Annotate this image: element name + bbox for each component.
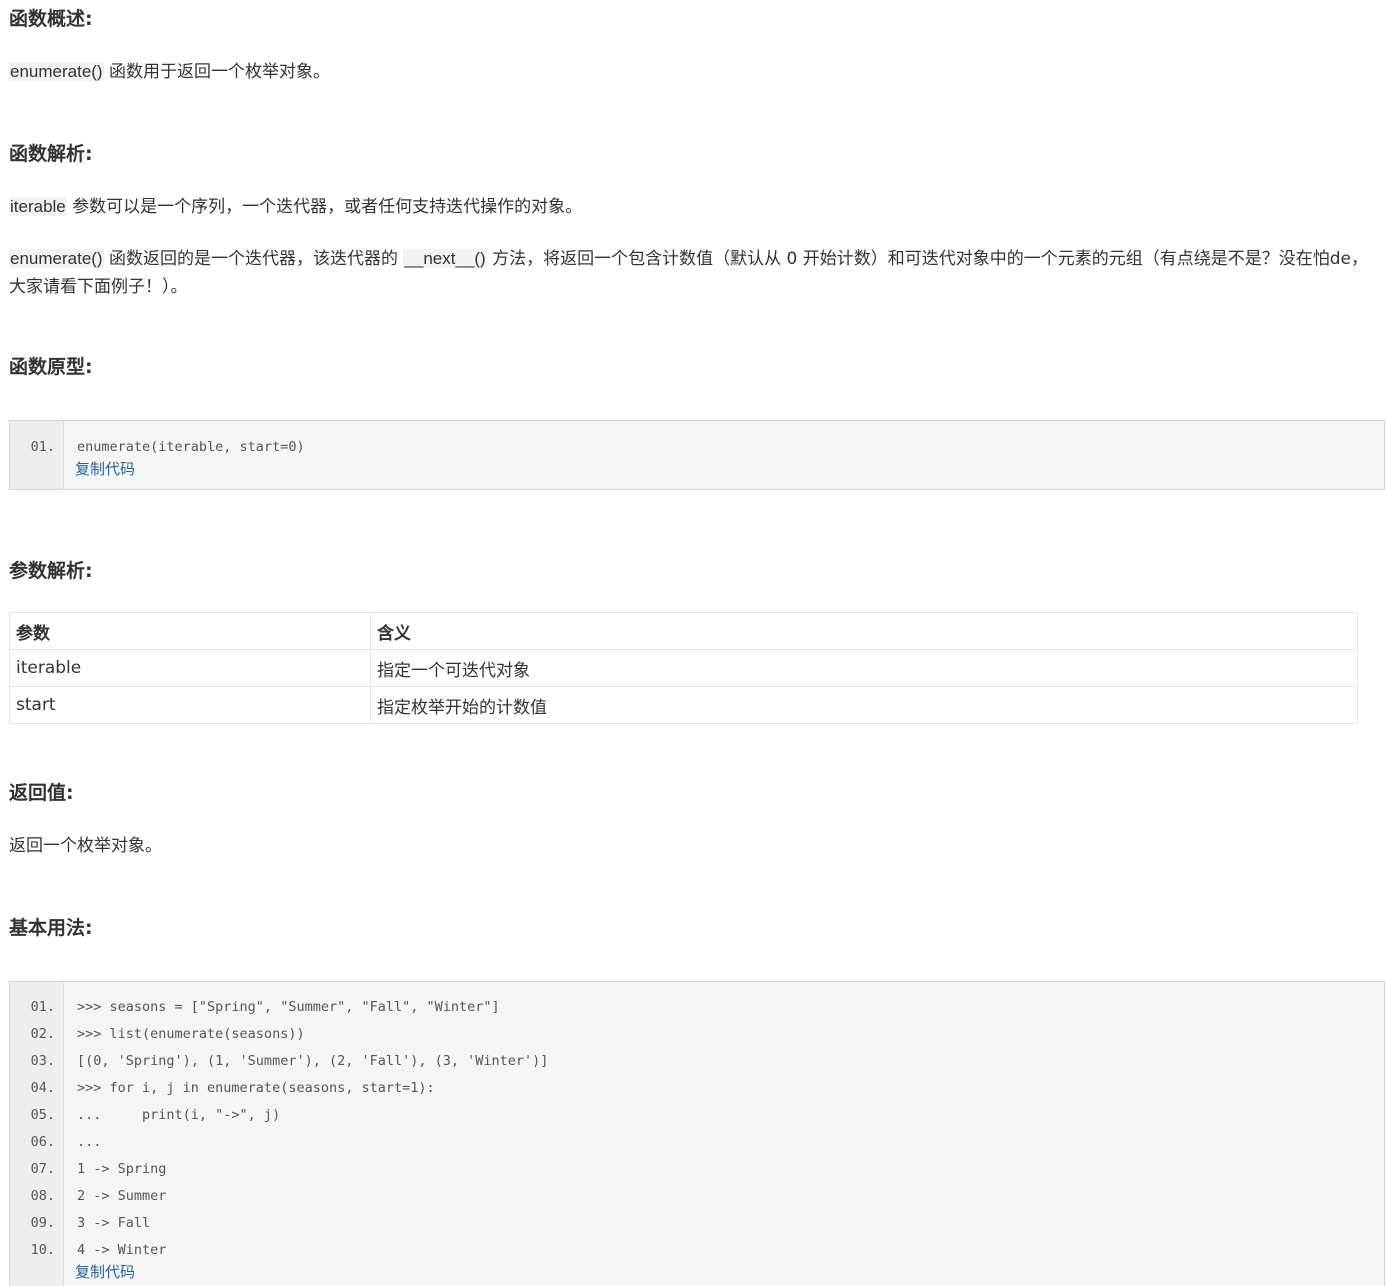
returns-paragraph: 返回一个枚举对象。 bbox=[9, 836, 162, 856]
copy-code-link[interactable]: 复制代码 bbox=[75, 459, 1384, 481]
heading-analysis: 函数解析: bbox=[9, 143, 93, 165]
inline-code-enumerate-2: enumerate() bbox=[9, 249, 104, 268]
table-row: start 指定枚举开始的计数值 bbox=[9, 686, 1358, 724]
code-block-prototype: 01. enumerate(iterable, start=0) 复制代码 bbox=[9, 420, 1385, 490]
heading-usage: 基本用法: bbox=[9, 917, 93, 939]
line-number: 05. bbox=[30, 1107, 55, 1123]
line-number: 04. bbox=[30, 1080, 55, 1096]
code-line: 2 -> Summer bbox=[77, 1188, 167, 1204]
table-cell: iterable bbox=[9, 649, 371, 687]
line-number-gutter: 01. 02. 03. 04. 05. 06. 07. 08. 09. 10. bbox=[10, 982, 64, 1286]
line-number: 10. bbox=[30, 1242, 55, 1258]
code-line: >>> seasons = ["Spring", "Summer", "Fall… bbox=[77, 999, 500, 1015]
table-cell: start bbox=[9, 686, 371, 724]
heading-returns: 返回值: bbox=[9, 782, 74, 804]
code-line: 3 -> Fall bbox=[77, 1215, 151, 1231]
heading-params: 参数解析: bbox=[9, 560, 93, 582]
analysis-text-2a: 函数返回的是一个迭代器，该迭代器的 bbox=[103, 249, 404, 269]
params-table: 参数 含义 iterable 指定一个可迭代对象 start 指定枚举开始的计数… bbox=[9, 612, 1358, 724]
code-line: 4 -> Winter bbox=[77, 1242, 167, 1258]
line-number: 06. bbox=[30, 1134, 55, 1150]
line-number: 03. bbox=[30, 1053, 55, 1069]
analysis-paragraph-2: enumerate() 函数返回的是一个迭代器，该迭代器的 __next__()… bbox=[9, 245, 1369, 301]
line-number-gutter: 01. bbox=[10, 421, 64, 489]
table-cell: 指定枚举开始的计数值 bbox=[370, 686, 1358, 724]
table-header-meaning: 含义 bbox=[370, 612, 1358, 650]
table-header-param: 参数 bbox=[9, 612, 371, 650]
code-line: ... bbox=[77, 1134, 102, 1150]
table-header-row: 参数 含义 bbox=[9, 612, 1358, 650]
table-row: iterable 指定一个可迭代对象 bbox=[9, 649, 1358, 687]
overview-text: 函数用于返回一个枚举对象。 bbox=[103, 62, 331, 82]
copy-code-link[interactable]: 复制代码 bbox=[75, 1262, 1384, 1284]
inline-code-next: __next__() bbox=[403, 249, 487, 268]
code-line: [(0, 'Spring'), (1, 'Summer'), (2, 'Fall… bbox=[77, 1053, 549, 1069]
analysis-text-1: 参数可以是一个序列，一个迭代器，或者任何支持迭代操作的对象。 bbox=[66, 197, 583, 217]
line-number: 02. bbox=[30, 1026, 55, 1042]
inline-code-iterable: iterable bbox=[9, 197, 67, 216]
code-line: enumerate(iterable, start=0) bbox=[77, 439, 305, 455]
code-lines: >>> seasons = ["Spring", "Summer", "Fall… bbox=[64, 982, 1384, 1286]
code-block-usage: 01. 02. 03. 04. 05. 06. 07. 08. 09. 10. >>> seaso… bbox=[9, 981, 1385, 1286]
line-number: 09. bbox=[30, 1215, 55, 1231]
line-number: 07. bbox=[30, 1161, 55, 1177]
line-number: 01. bbox=[30, 999, 55, 1015]
code-line: 1 -> Spring bbox=[77, 1161, 167, 1177]
analysis-paragraph-1: iterable 参数可以是一个序列，一个迭代器，或者任何支持迭代操作的对象。 bbox=[9, 193, 582, 221]
table-cell: 指定一个可迭代对象 bbox=[370, 649, 1358, 687]
line-number: 01. bbox=[30, 439, 55, 455]
heading-prototype: 函数原型: bbox=[9, 356, 93, 378]
code-lines: enumerate(iterable, start=0) 复制代码 bbox=[64, 421, 1384, 489]
code-line: >>> for i, j in enumerate(seasons, start… bbox=[77, 1080, 435, 1096]
overview-paragraph: enumerate() 函数用于返回一个枚举对象。 bbox=[9, 58, 330, 86]
inline-code-enumerate: enumerate() bbox=[9, 62, 104, 81]
code-line: ... print(i, "->", j) bbox=[77, 1107, 281, 1123]
line-number: 08. bbox=[30, 1188, 55, 1204]
heading-overview: 函数概述: bbox=[9, 8, 93, 30]
code-line: >>> list(enumerate(seasons)) bbox=[77, 1026, 305, 1042]
